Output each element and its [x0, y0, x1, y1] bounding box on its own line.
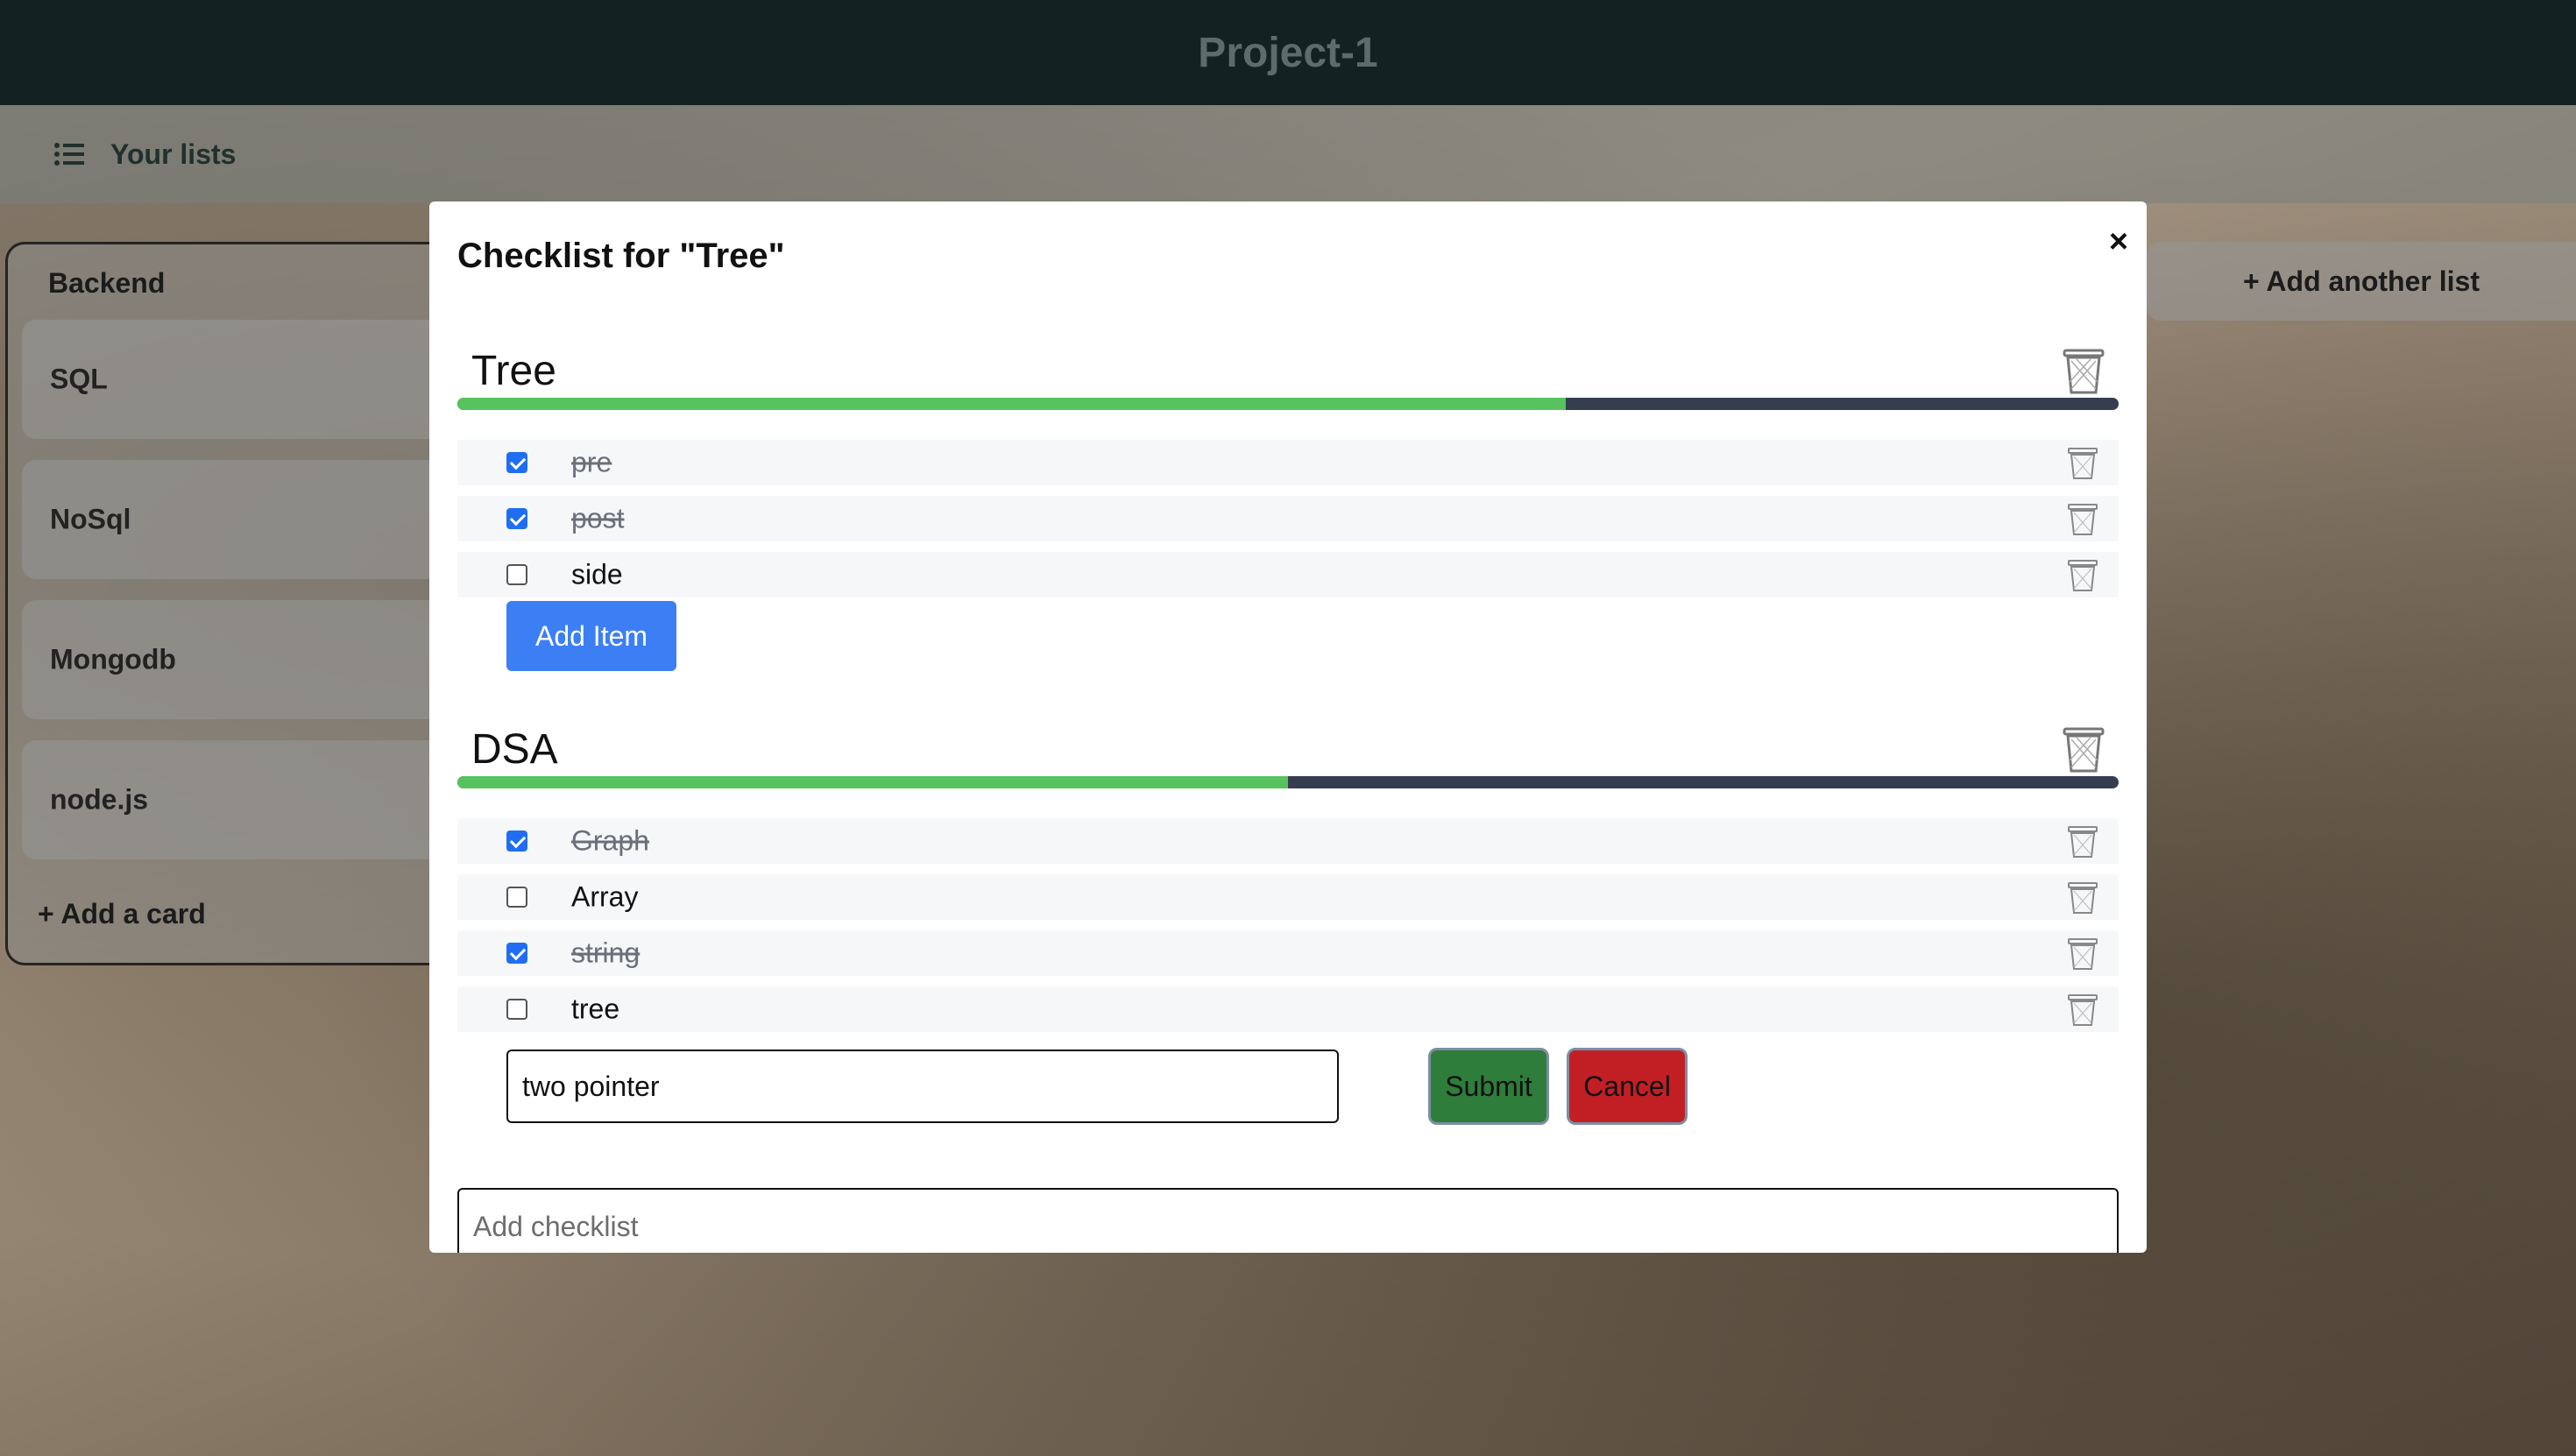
app-header: Project-1 [0, 0, 2576, 105]
list-icon[interactable] [54, 142, 84, 166]
item-checkbox[interactable] [506, 943, 527, 964]
item-text: Graph [571, 824, 649, 857]
checklist-modal: Checklist for "Tree" × Tree pre post sid… [429, 201, 2147, 1253]
new-item-input[interactable]: two pointer [506, 1050, 1339, 1123]
item-checkbox[interactable] [506, 452, 527, 473]
card-sql[interactable]: SQL [22, 320, 495, 439]
item-text: Array [571, 880, 639, 913]
delete-item-trash-icon[interactable] [2068, 448, 2098, 479]
progress-fill [457, 398, 1566, 410]
delete-item-trash-icon[interactable] [2068, 826, 2098, 858]
app-title: Project-1 [1198, 29, 1378, 76]
progress-fill [457, 776, 1288, 788]
checklist-item: pre [457, 440, 2119, 485]
delete-item-trash-icon[interactable] [2068, 560, 2098, 591]
delete-item-trash-icon[interactable] [2068, 994, 2098, 1026]
checklist-item: string [457, 930, 2119, 976]
add-card-button[interactable]: + Add a card [38, 898, 206, 930]
checklist-progress-bar [457, 398, 2119, 410]
delete-item-trash-icon[interactable] [2068, 938, 2098, 970]
checklist-item: Graph [457, 818, 2119, 864]
checklist-item: side [457, 552, 2119, 597]
item-text: post [571, 502, 625, 534]
item-text: tree [571, 993, 620, 1025]
delete-checklist-trash-icon[interactable] [2063, 349, 2105, 394]
item-checkbox[interactable] [506, 887, 527, 908]
list-title: Backend [48, 267, 166, 299]
modal-title: Checklist for "Tree" [457, 237, 785, 275]
checklist-progress-bar [457, 776, 2119, 788]
checklist-item: tree [457, 986, 2119, 1032]
add-checklist-input[interactable]: Add checklist [457, 1188, 2119, 1253]
checklist-item: Array [457, 874, 2119, 920]
card-mongodb[interactable]: Mongodb [22, 600, 495, 719]
card-nosql[interactable]: NoSql [22, 460, 495, 579]
cancel-button[interactable]: Cancel [1567, 1048, 1688, 1125]
delete-item-trash-icon[interactable] [2068, 882, 2098, 914]
card-nodejs[interactable]: node.js [22, 740, 495, 859]
checklist-item: post [457, 496, 2119, 541]
list-backend: Backend SQL NoSql Mongodb node.js + Add … [5, 242, 495, 965]
item-text: pre [571, 446, 612, 478]
card-label: SQL [50, 363, 108, 395]
lists-toolbar: Your lists [0, 105, 2576, 203]
add-item-button[interactable]: Add Item [506, 601, 676, 671]
close-icon[interactable]: × [2101, 223, 2136, 260]
card-label: node.js [50, 783, 149, 816]
item-text: string [571, 937, 640, 969]
item-text: side [571, 558, 623, 590]
checklist-title: DSA [471, 726, 558, 773]
card-label: NoSql [50, 503, 131, 535]
card-label: Mongodb [50, 643, 176, 675]
item-checkbox[interactable] [506, 830, 527, 852]
your-lists-label[interactable]: Your lists [110, 138, 236, 171]
item-checkbox[interactable] [506, 508, 527, 529]
add-list-button[interactable]: + Add another list [2147, 242, 2576, 321]
delete-item-trash-icon[interactable] [2068, 504, 2098, 535]
checklist-title: Tree [471, 348, 556, 394]
item-checkbox[interactable] [506, 999, 527, 1020]
submit-button[interactable]: Submit [1428, 1048, 1549, 1125]
delete-checklist-trash-icon[interactable] [2063, 727, 2105, 773]
item-checkbox[interactable] [506, 564, 527, 585]
